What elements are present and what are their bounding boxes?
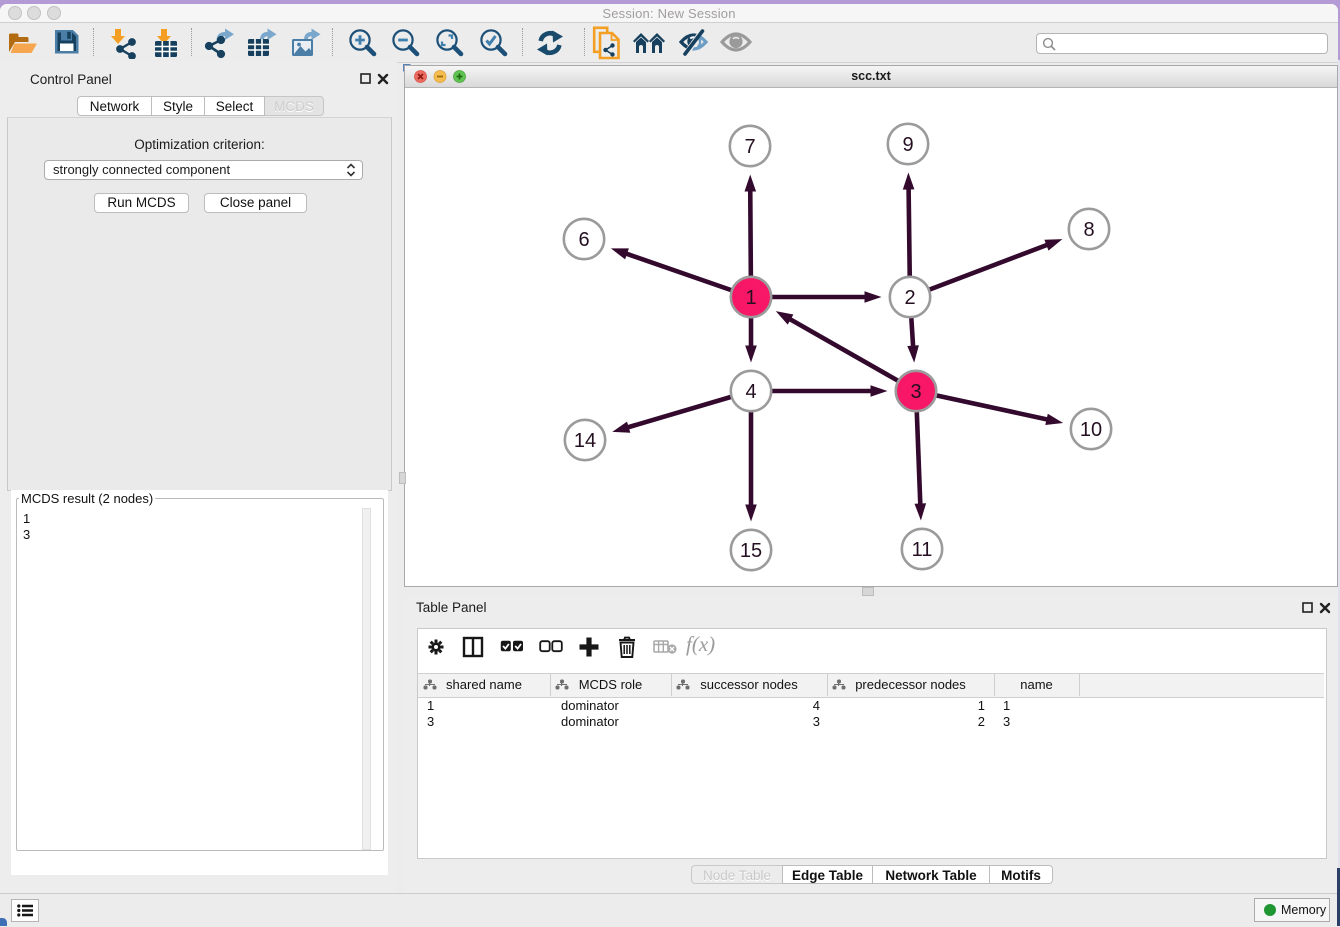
svg-text:9: 9 [902,134,913,156]
svg-text:8: 8 [1083,219,1094,241]
svg-text:1: 1 [745,287,756,309]
svg-text:14: 14 [574,430,596,452]
svg-text:10: 10 [1080,419,1102,441]
svg-text:15: 15 [740,540,762,562]
svg-text:6: 6 [578,229,589,251]
svg-text:4: 4 [745,381,756,403]
svg-text:3: 3 [910,381,921,403]
svg-text:7: 7 [744,136,755,158]
svg-text:11: 11 [912,539,933,561]
svg-text:2: 2 [904,287,915,309]
